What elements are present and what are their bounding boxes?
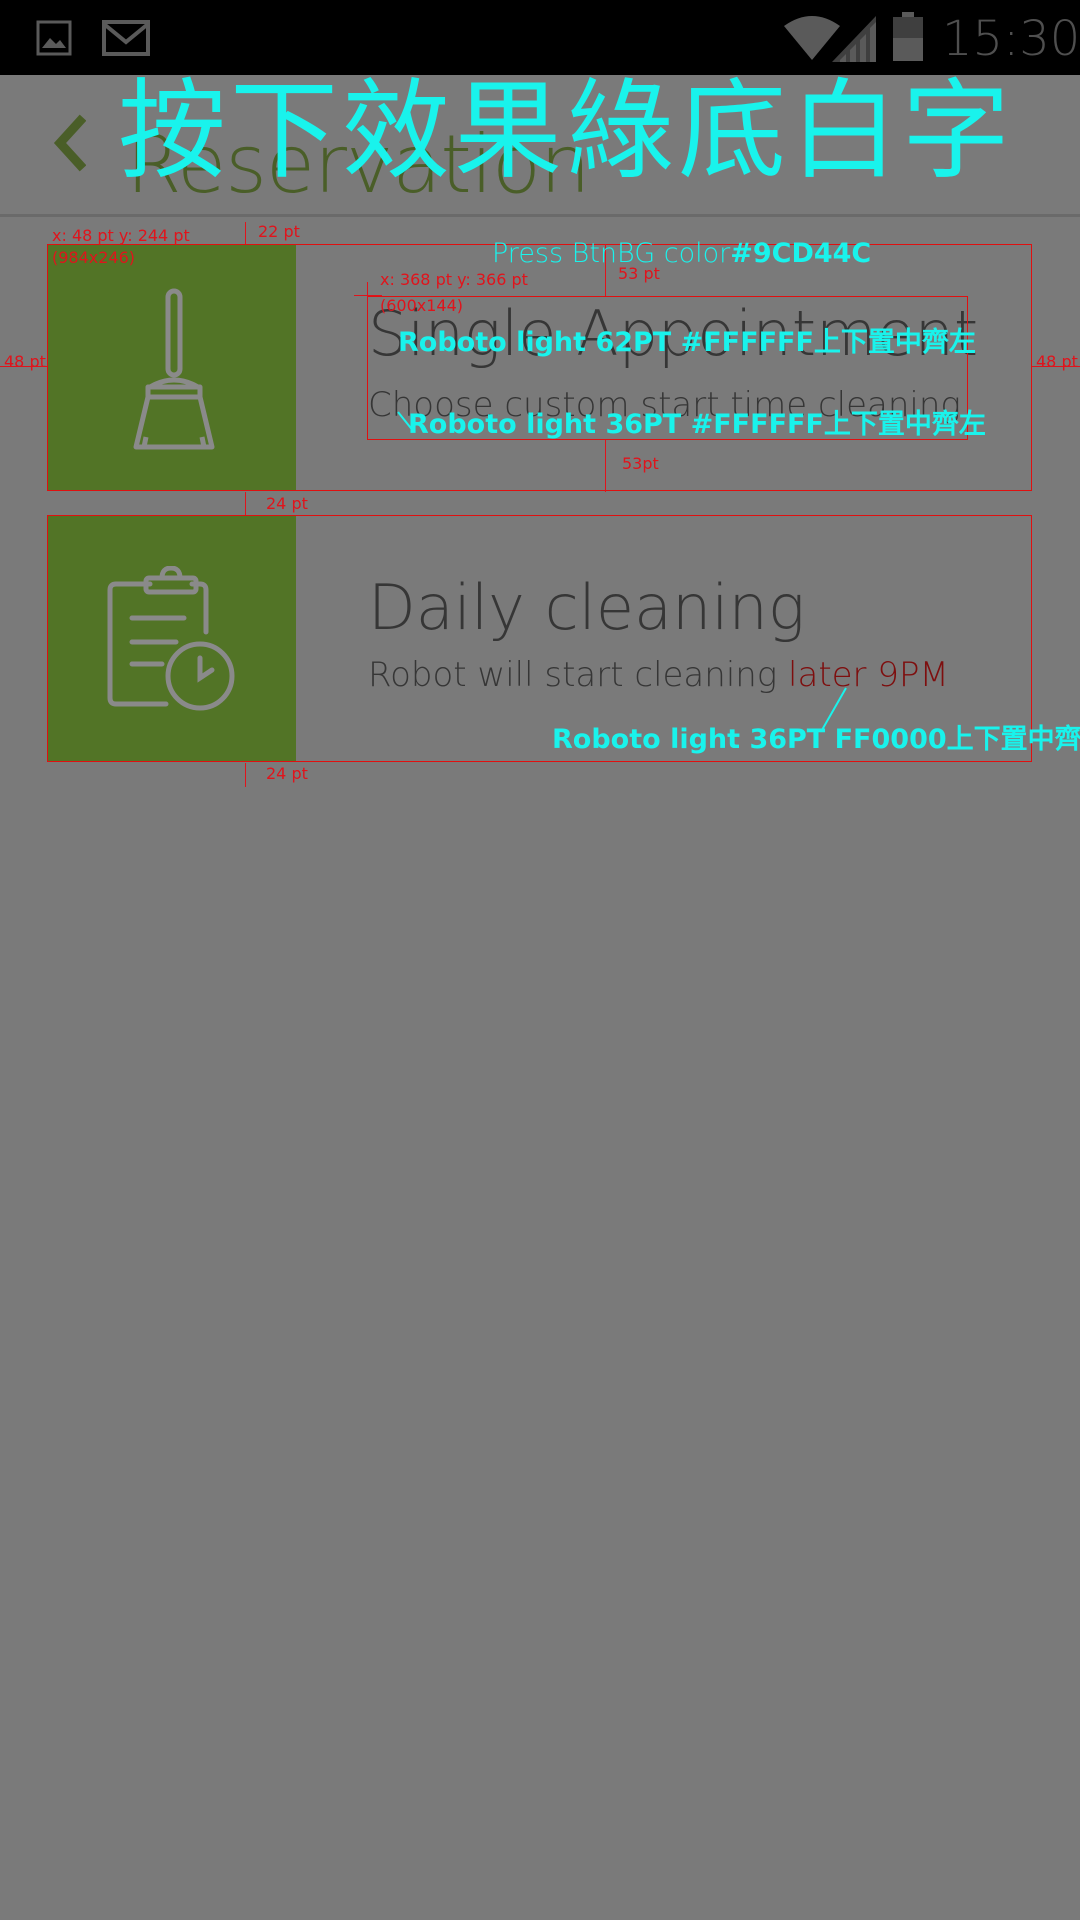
card1-position-label: x: 48 pt y: 244 pt <box>52 226 190 245</box>
card-subtitle-prefix: Robot will start cleaning <box>368 655 789 695</box>
left-margin-label: 48 pt <box>4 352 46 371</box>
top-gap-line <box>245 222 246 244</box>
card-gap-line <box>245 492 246 515</box>
card-subtitle: Robot will start cleaning later 9PM <box>368 655 949 695</box>
bottom-gap-line <box>245 763 246 787</box>
battery-icon <box>893 12 923 61</box>
accent-spec-annotation: Roboto light 36PT FF0000上下置中齊左 <box>552 724 1080 755</box>
card-icon-area <box>48 245 296 490</box>
broom-icon <box>133 288 215 450</box>
card-title: Daily cleaning <box>368 571 806 644</box>
gmail-icon <box>102 20 150 56</box>
overlay-annotation-title: 按下效果綠底白字 <box>118 69 1015 194</box>
status-time: 15:30 <box>942 11 1080 67</box>
chevron-left-icon[interactable] <box>52 113 86 173</box>
press-bg-text: Press BtnBG color <box>492 238 731 269</box>
card-icon-area <box>48 516 296 761</box>
top-gap-label: 22 pt <box>258 222 300 241</box>
card-gap-label: 24 pt <box>266 494 308 513</box>
inner-bottom-gap-line <box>605 440 606 492</box>
crosshair-horizontal <box>354 295 382 296</box>
title-spec-annotation: Roboto light 62PT #FFFFFF上下置中齊左 <box>398 327 976 358</box>
clipboard-clock-icon <box>107 566 235 711</box>
gallery-icon <box>36 20 72 56</box>
subtitle-spec-annotation: Roboto light 36PT #FFFFFF上下置中齊左 <box>408 409 986 440</box>
press-bg-annotation: Press BtnBG color#9CD44C <box>492 238 871 270</box>
bottom-gap-label: 24 pt <box>266 764 308 783</box>
inner-bottom-gap-label: 53pt <box>622 454 659 473</box>
status-bar: 15:30 <box>0 0 1080 75</box>
right-margin-label: 48 pt <box>1036 352 1078 371</box>
crosshair-vertical <box>367 282 368 310</box>
press-bg-color: #9CD44C <box>730 238 872 269</box>
signal-icon <box>832 16 876 62</box>
card-subtitle-accent: later 9PM <box>788 655 949 695</box>
card1-size-label: (984x246) <box>52 248 136 267</box>
inner-size-label: (600x144) <box>380 296 464 315</box>
inner-position-label: x: 368 pt y: 366 pt <box>380 270 528 289</box>
